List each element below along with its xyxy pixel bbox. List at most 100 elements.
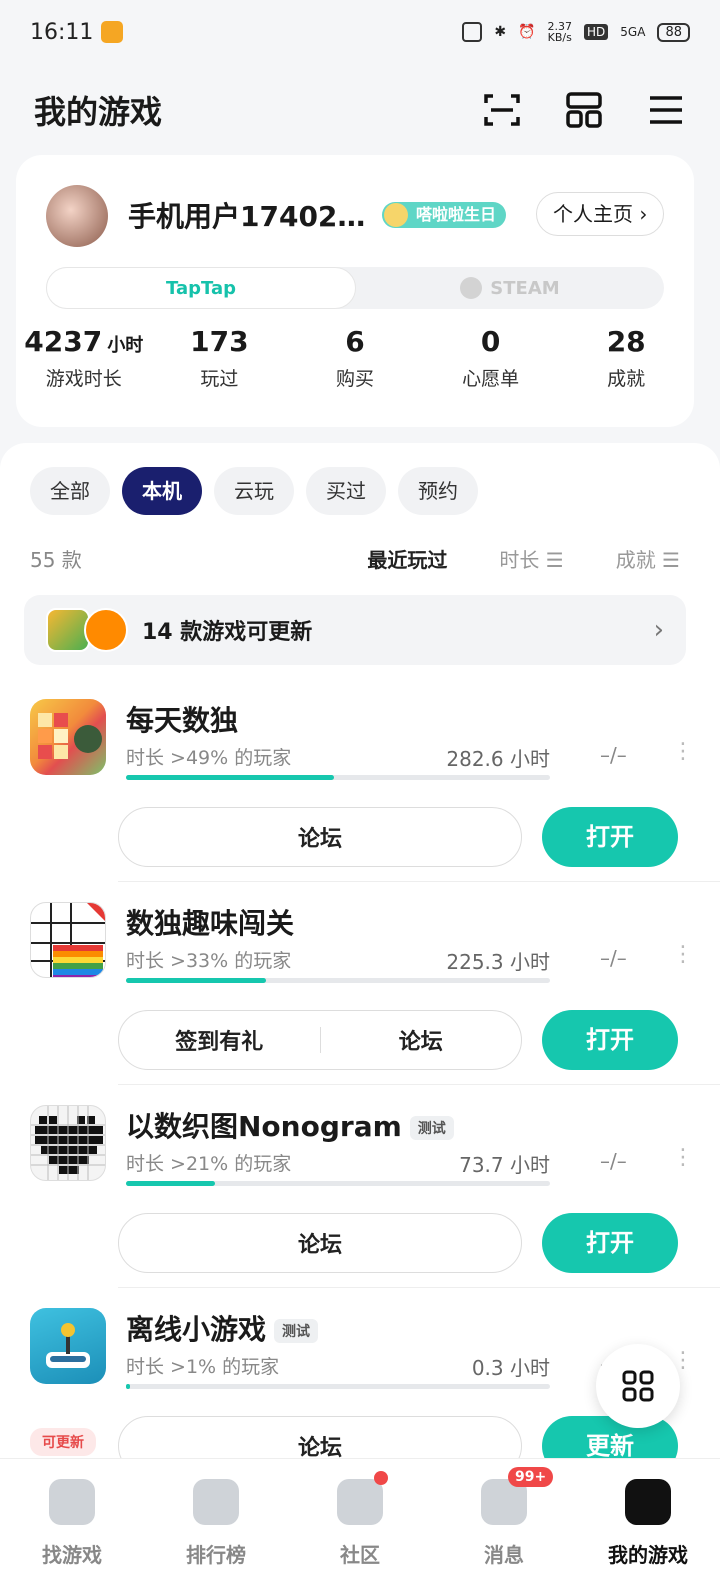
game-percentile: 时长 >33% 的玩家 [126,950,292,972]
filter-local[interactable]: 本机 [122,467,202,515]
game-name: 每天数独 [126,704,239,737]
open-button[interactable]: 打开 [542,807,678,867]
game-percentile: 时长 >49% 的玩家 [126,747,292,769]
beta-tag: 测试 [274,1319,319,1343]
chevron-right-icon: › [653,615,664,645]
playtime-fill [126,1384,131,1389]
filter-cloud[interactable]: 云玩 [214,467,294,515]
tab-steam[interactable]: STEAM [356,267,664,309]
games-panel: 全部 本机 云玩 买过 预约 55 款 最近玩过 时长 ☰ 成就 ☰ 14 款游… [0,443,720,1458]
page-title: 我的游戏 [34,93,163,131]
game-name: 离线小游戏 测试 [126,1308,319,1348]
community-icon [337,1479,383,1525]
gamepad-icon [625,1479,671,1525]
more-icon[interactable]: ⋮ [672,739,694,764]
bluetooth-icon: ✱ [494,24,507,40]
platform-tabs: TapTap STEAM [46,267,664,309]
game-hours: 0.3 小时 [471,1356,550,1380]
playtime-bar [126,775,550,780]
checkin-gift-button[interactable]: 签到有礼 [119,1024,320,1056]
status-time: 16:11 [30,19,94,45]
birthday-avatar-icon [384,203,408,227]
nav-community[interactable]: 社区 [288,1459,432,1592]
signal-icon: 5GA [620,25,646,39]
page-header: 我的游戏 [0,70,720,150]
nav-messages[interactable]: 99+ 消息 [432,1459,576,1592]
net-rate: 2.37 KB/s [547,20,573,44]
tab-taptap[interactable]: TapTap [46,267,356,309]
playtime-bar [126,1181,550,1186]
update-banner[interactable]: 14 款游戏可更新 › [24,595,686,665]
unread-dot [374,1471,388,1485]
update-available-badge: 可更新 [30,1428,96,1456]
list-header: 55 款 最近玩过 时长 ☰ 成就 ☰ [30,543,680,573]
forum-button[interactable]: 论坛 [119,1227,521,1259]
game-actions: 论坛 [118,1213,522,1273]
more-icon[interactable]: ⋮ [672,942,694,967]
playtime-fill [126,775,334,780]
apps-grid-button[interactable] [596,1344,680,1428]
nav-find-games[interactable]: 找游戏 [0,1459,144,1592]
game-percentile: 时长 >21% 的玩家 [126,1153,292,1175]
stat-achievements[interactable]: 28 成就 [558,325,694,391]
nav-my-games[interactable]: 我的游戏 [576,1459,720,1592]
game-row[interactable]: 数独趣味闯关 时长 >33% 的玩家 225.3 小时 –/– ⋮ 签到有礼 论… [0,882,720,1085]
game-icon-sudoku-levels[interactable] [30,902,106,978]
battery-icon: 88 [657,22,690,42]
game-name: 以数织图Nonogram 测试 [126,1105,454,1145]
alarm-icon: ⏰ [518,24,536,40]
forum-button[interactable]: 论坛 [119,1430,521,1458]
game-actions: 签到有礼 论坛 [118,1010,522,1070]
game-hours: 225.3 小时 [446,950,550,974]
filter-bought[interactable]: 买过 [306,467,386,515]
profile-home-button[interactable]: 个人主页 › [536,192,665,236]
game-hours: 73.7 小时 [459,1153,550,1177]
game-icon-nonogram[interactable] [30,1105,106,1181]
filter-chips: 全部 本机 云玩 买过 预约 [30,467,478,515]
game-icon-offline-games[interactable] [30,1308,106,1384]
game-row[interactable]: 以数织图Nonogram 测试 时长 >21% 的玩家 73.7 小时 –/– ⋮… [0,1085,720,1288]
open-button[interactable]: 打开 [542,1010,678,1070]
open-button[interactable]: 打开 [542,1213,678,1273]
stat-played[interactable]: 173 玩过 [152,325,288,391]
birthday-badge[interactable]: 嗒啦啦生日 [382,202,507,228]
game-row[interactable]: 每天数独 时长 >49% 的玩家 282.6 小时 –/– ⋮ 论坛 打开 [0,679,720,882]
taptap-logo-icon [49,1479,95,1525]
status-bar: 16:11 ✱ ⏰ 2.37 KB/s HD 5GA 88 [0,0,720,64]
hd-icon: HD [584,24,609,40]
game-achievement: –/– [600,946,627,970]
filter-all[interactable]: 全部 [30,467,110,515]
game-percentile: 时长 >1% 的玩家 [126,1356,280,1378]
message-count-badge: 99+ [508,1467,554,1487]
sort-duration[interactable]: 时长 ☰ [499,544,563,573]
sort-achievement[interactable]: 成就 ☰ [616,544,680,573]
scan-icon[interactable] [482,90,522,130]
username: 手机用户17402… [128,200,366,233]
playtime-bar [126,978,550,983]
layout-grid-icon[interactable] [564,90,604,130]
stat-playtime[interactable]: 4237 小时 游戏时长 [16,325,152,391]
forum-button[interactable]: 论坛 [119,821,521,853]
stat-purchased[interactable]: 6 购买 [287,325,423,391]
update-banner-text: 14 款游戏可更新 [142,620,313,645]
steam-icon [460,277,483,299]
playtime-fill [126,1181,216,1186]
nav-rankings[interactable]: 排行榜 [144,1459,288,1592]
game-actions: 论坛 [118,807,522,867]
forum-button[interactable]: 论坛 [321,1024,522,1056]
game-name: 数独趣味闯关 [126,907,295,940]
nfc-icon [462,22,483,42]
game-achievement: –/– [600,1149,627,1173]
playtime-bar [126,1384,550,1389]
avatar[interactable] [46,185,108,247]
update-game-icon [84,608,128,652]
status-icons: ✱ ⏰ 2.37 KB/s HD 5GA 88 [462,21,690,43]
menu-icon[interactable] [646,90,686,130]
game-icon-sudoku[interactable] [30,699,106,775]
stat-wishlist[interactable]: 0 心愿单 [423,325,559,391]
filter-reserved[interactable]: 预约 [398,467,478,515]
more-icon[interactable]: ⋮ [672,1145,694,1170]
playtime-fill [126,978,266,983]
game-actions: 论坛 [118,1416,522,1458]
sort-recent[interactable]: 最近玩过 [367,544,447,573]
